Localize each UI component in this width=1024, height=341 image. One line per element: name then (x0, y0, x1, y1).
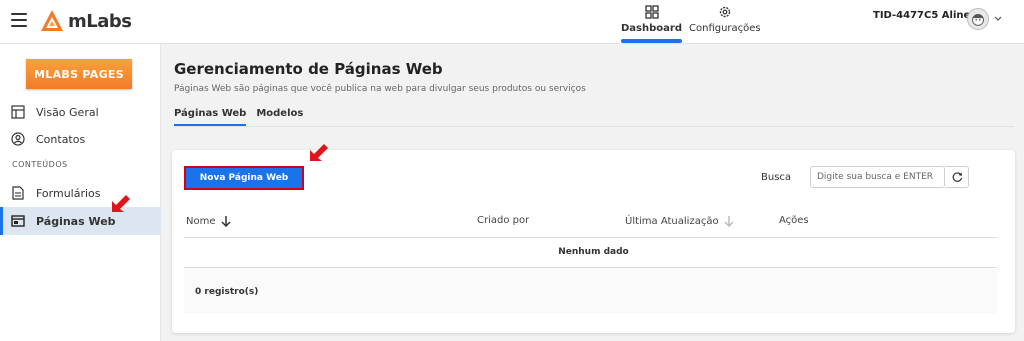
user-name[interactable]: TID-4477C5 Aline (873, 10, 970, 21)
sidebar-item-formularios[interactable]: Formulários (0, 179, 161, 207)
refresh-icon (952, 172, 962, 182)
refresh-button[interactable] (945, 166, 969, 188)
red-arrow-annotation-icon (310, 144, 328, 161)
menu-icon[interactable] (11, 13, 27, 27)
sidebar-item-label: Formulários (36, 186, 101, 200)
sidebar-item-label: Páginas Web (36, 214, 116, 228)
tabs-divider (174, 126, 1014, 127)
column-header-nome[interactable]: Nome (186, 215, 232, 227)
web-pages-card: Nova Página Web Busca Nome Criado por Úl… (172, 150, 1015, 333)
active-tab-indicator (621, 39, 682, 43)
mlabs-pages-button[interactable]: MLABS PAGES (26, 59, 132, 89)
page-subtitle: Páginas Web são páginas que você publica… (174, 84, 586, 94)
tab-dashboard[interactable]: Dashboard (621, 5, 682, 43)
empty-state-text: Nenhum dado (558, 247, 629, 257)
app-logo[interactable]: mLabs (40, 9, 132, 33)
tab-configuracoes[interactable]: Configurações (689, 5, 761, 34)
column-header-label: Criado por (477, 215, 530, 226)
table-divider (184, 237, 997, 238)
column-header-criado-por: Criado por (477, 215, 529, 226)
sidebar-section-label: CONTEÚDOS (12, 160, 68, 169)
contact-icon (11, 132, 25, 146)
search-input[interactable] (810, 166, 945, 188)
search-label: Busca (761, 172, 792, 183)
dashboard-icon (644, 5, 659, 19)
column-header-label: Ações (779, 215, 809, 226)
layout-icon (11, 105, 25, 119)
tab-modelos[interactable]: Modelos (256, 108, 303, 126)
form-icon (12, 186, 24, 200)
avatar-face-icon (972, 13, 984, 26)
sidebar-item-label: Contatos (36, 132, 86, 146)
app-name: mLabs (68, 10, 132, 32)
tab-dashboard-label: Dashboard (621, 23, 682, 34)
chevron-down-icon[interactable] (993, 14, 1003, 24)
webpage-icon (11, 215, 25, 227)
tab-configuracoes-label: Configurações (689, 23, 761, 34)
new-web-page-button[interactable]: Nova Página Web (184, 166, 304, 190)
column-header-label: Nome (186, 215, 216, 227)
top-bar: mLabs Dashboard Configurações TID-4477C5… (0, 0, 1024, 44)
column-header-label: Última Atualização (625, 215, 719, 227)
page-title: Gerenciamento de Páginas Web (174, 60, 443, 78)
sidebar-item-visao-geral[interactable]: Visão Geral (0, 98, 161, 126)
record-count: 0 registro(s) (195, 287, 259, 297)
column-header-acoes: Ações (779, 215, 809, 226)
sidebar-item-paginas-web[interactable]: Páginas Web (0, 207, 161, 235)
red-arrow-annotation-icon (112, 195, 130, 212)
gear-icon (719, 6, 731, 18)
mlabs-logo-icon (41, 10, 63, 31)
avatar[interactable] (967, 8, 989, 30)
sidebar: MLABS PAGES Visão Geral Contatos CONTEÚD… (0, 44, 161, 341)
sort-down-arrow-icon (220, 216, 231, 227)
sidebar-item-contatos[interactable]: Contatos (0, 125, 161, 153)
column-header-ultima-atualizacao[interactable]: Última Atualização (625, 215, 735, 227)
content-tabs: Páginas Web Modelos (174, 108, 303, 126)
sort-arrow-inactive-icon (724, 216, 734, 227)
sidebar-item-label: Visão Geral (36, 105, 99, 119)
tab-paginas-web[interactable]: Páginas Web (174, 108, 247, 126)
table-footer (184, 268, 997, 314)
